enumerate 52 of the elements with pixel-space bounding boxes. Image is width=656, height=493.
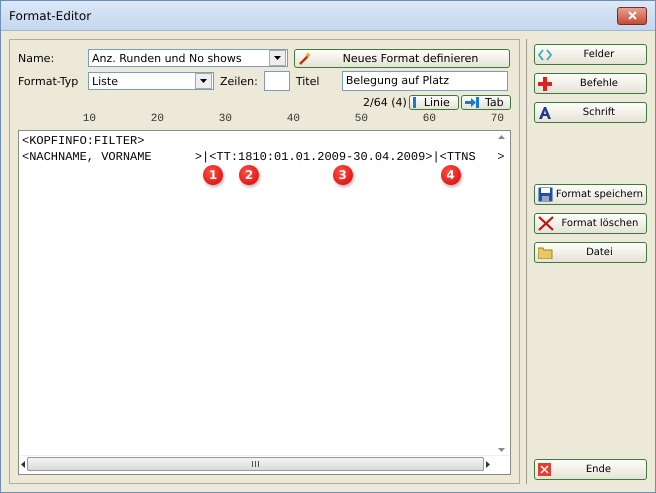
commands-button[interactable]: Befehle [534,73,647,94]
brackets-icon [538,48,552,60]
bar-icon [412,96,416,108]
line-button[interactable]: Linie [408,94,459,110]
plus-icon [538,76,552,90]
title-field[interactable]: Belegung auf Platz [342,71,508,91]
number-marker: 2 [239,165,259,185]
delete-button[interactable]: Format löschen [534,213,647,234]
rows-label: Zeilen: [220,74,258,88]
arrow-to-bar-icon [464,96,479,108]
cross-icon [538,216,554,231]
name-dropdown[interactable]: Anz. Runden und No shows [88,49,288,67]
code-line: <NACHNAME, VORNAME >|<TT:1810:01.01.2009-30.04.2009>|<TTNS > [22,149,504,165]
font-button[interactable]: Schrift [534,102,647,123]
text-editor[interactable]: <KOPFINFO:FILTER> <NACHNAME, VORNAME >|<TT:1810:01.01.2009-30.04.2009>|<TTNS > 1 2 3 4 [18,130,511,475]
scroll-up-icon[interactable] [498,135,505,139]
rows-field[interactable] [264,71,290,91]
folder-icon [538,246,553,258]
scroll-left-icon[interactable] [21,460,25,468]
ruler-label: 70 [490,113,504,127]
scroll-down-icon[interactable] [498,448,505,452]
save-button[interactable]: Format speichern [534,184,647,205]
ruler-label: 60 [422,113,436,127]
scrollbar-thumb[interactable] [27,457,484,471]
window-title: Format-Editor [9,8,92,22]
letter-icon [538,106,552,120]
grip-icon [252,461,259,467]
new-format-button[interactable]: Neues Format definieren [294,48,510,68]
close-icon [628,11,636,20]
magic-wand-icon [298,51,312,65]
name-label: Name: [18,52,56,64]
number-marker: 1 [203,165,223,185]
ruler-label: 10 [82,113,96,127]
code-line: <KOPFINFO:FILTER> [22,133,144,149]
caret-icon [274,56,281,60]
caret-icon [200,79,207,83]
close-button[interactable] [617,6,647,24]
fields-button[interactable]: Felder [534,44,647,65]
tab-button[interactable]: Tab [460,94,511,110]
close-icon [538,463,551,476]
ruler-label: 50 [354,113,368,127]
title-label: Titel [296,74,320,88]
number-marker: 3 [332,165,353,185]
ruler-label: 40 [286,113,300,127]
number-marker: 4 [440,165,461,185]
format-type-label: Format-Typ [18,74,80,88]
position-text: 2/64 (4) [363,96,407,108]
end-button[interactable]: Ende [534,459,647,480]
file-button[interactable]: Datei [534,242,647,263]
ruler-label: 30 [218,113,232,127]
ruler-label: 20 [150,113,164,127]
format-type-dropdown[interactable]: Liste [88,72,214,90]
